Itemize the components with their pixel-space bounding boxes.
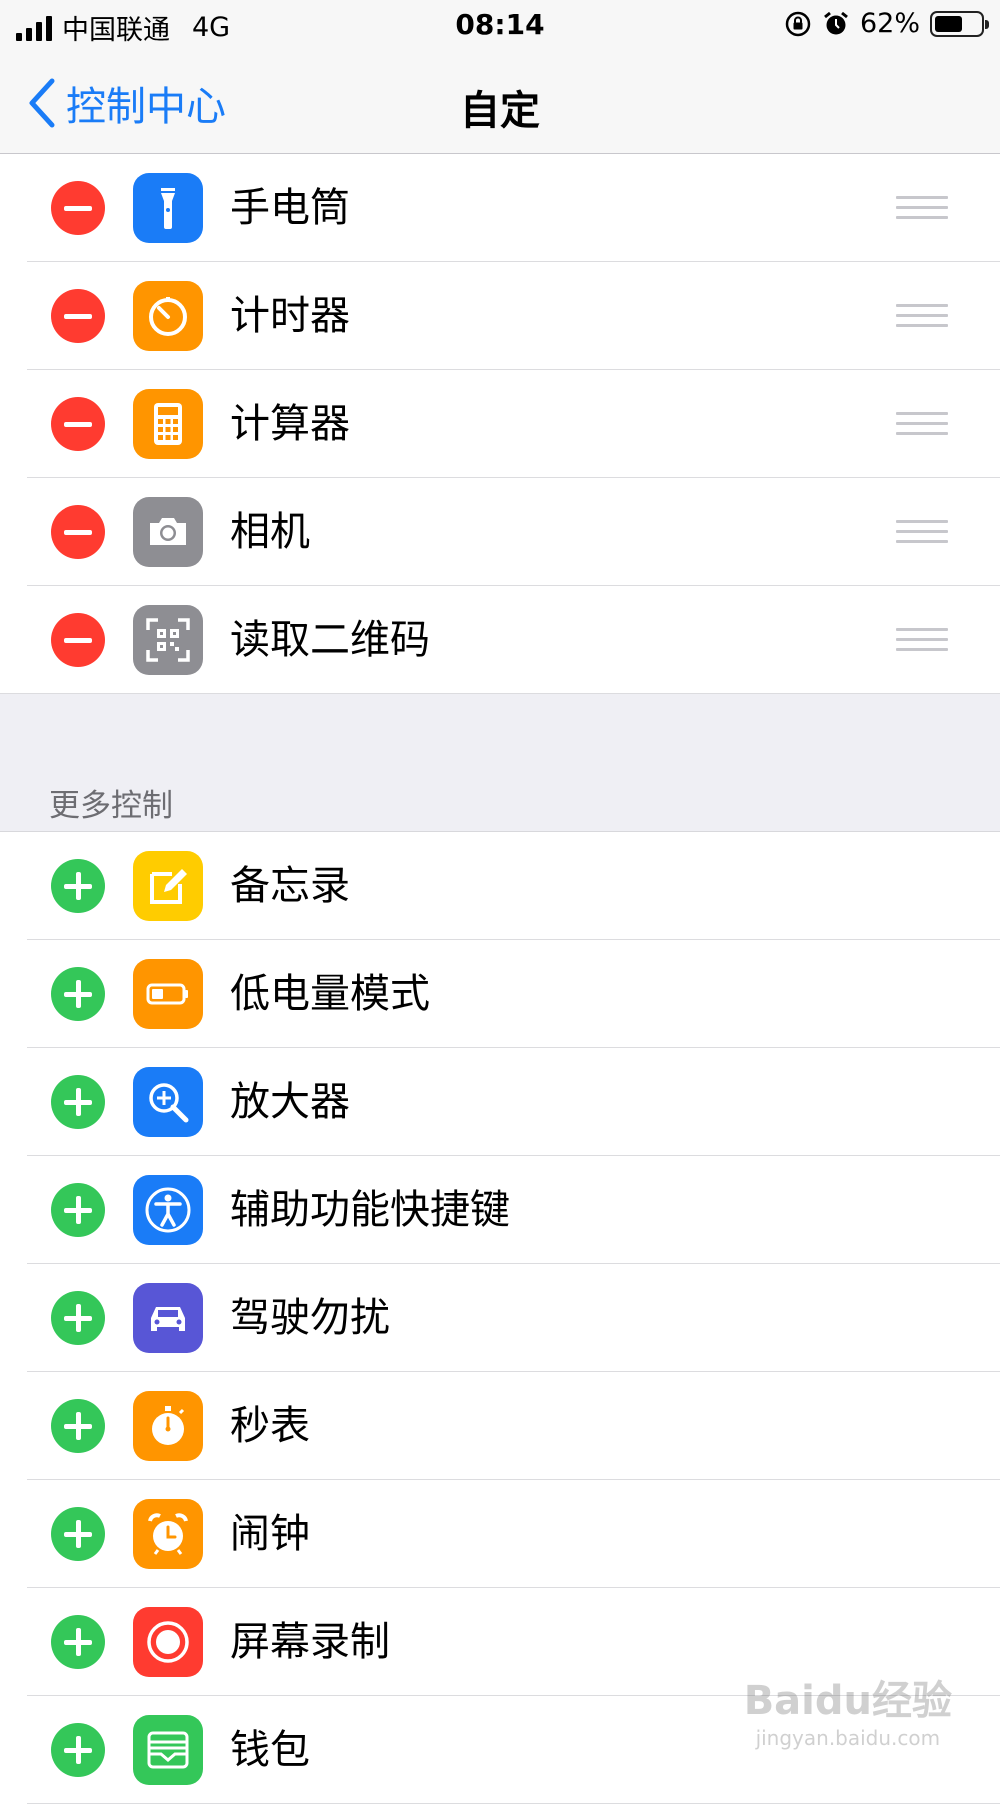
control-label: 手电筒 xyxy=(230,185,350,231)
calculator-icon xyxy=(133,389,203,459)
control-row-alarm: 闹钟 xyxy=(0,1480,1000,1588)
timer-icon xyxy=(133,281,203,351)
flashlight-icon xyxy=(133,173,203,243)
control-label: 闹钟 xyxy=(230,1511,310,1557)
orientation-lock-icon xyxy=(785,11,811,36)
reorder-handle[interactable] xyxy=(896,412,948,436)
control-label: 低电量模式 xyxy=(230,971,430,1017)
qr-code-icon xyxy=(133,605,203,675)
alarm-icon xyxy=(133,1499,203,1569)
control-row-timer: 计时器 xyxy=(0,262,1000,370)
status-bar: 中国联通 4G 08:14 62% xyxy=(0,0,1000,50)
control-label: 计算器 xyxy=(230,401,350,447)
remove-button[interactable] xyxy=(51,397,105,451)
add-button[interactable] xyxy=(51,1291,105,1345)
car-icon xyxy=(133,1283,203,1353)
add-button[interactable] xyxy=(51,1399,105,1453)
remove-button[interactable] xyxy=(51,613,105,667)
reorder-handle[interactable] xyxy=(896,628,948,652)
alarm-status-icon xyxy=(824,11,848,34)
reorder-handle[interactable] xyxy=(896,196,948,220)
add-button[interactable] xyxy=(51,859,105,913)
control-label: 驾驶勿扰 xyxy=(230,1295,390,1341)
add-button[interactable] xyxy=(51,1507,105,1561)
notes-icon xyxy=(133,851,203,921)
battery-level xyxy=(935,15,962,32)
add-button[interactable] xyxy=(51,1183,105,1237)
wallet-icon xyxy=(133,1715,203,1785)
camera-icon xyxy=(133,497,203,567)
control-row-flashlight: 手电筒 xyxy=(0,154,1000,262)
control-label: 辅助功能快捷键 xyxy=(230,1187,510,1233)
reorder-handle[interactable] xyxy=(896,520,948,544)
page-title: 自定 xyxy=(460,88,540,134)
control-row-stopwatch: 秒表 xyxy=(0,1372,1000,1480)
control-row-calculator: 计算器 xyxy=(0,370,1000,478)
control-label: 相机 xyxy=(230,509,310,555)
battery-icon xyxy=(930,10,989,37)
control-row-magnifier: 放大器 xyxy=(0,1048,1000,1156)
add-button[interactable] xyxy=(51,1615,105,1669)
watermark-logo: Baidu经验 xyxy=(743,1678,952,1724)
baidu-watermark: Baidu经验 jingyan.baidu.com xyxy=(744,1668,952,1750)
remove-button[interactable] xyxy=(51,505,105,559)
watermark-url: jingyan.baidu.com xyxy=(755,1726,941,1750)
included-controls-list: 手电筒 计时器 计算器 相机 读取二维码 xyxy=(0,154,1000,694)
remove-button[interactable] xyxy=(51,181,105,235)
control-label: 放大器 xyxy=(230,1079,350,1125)
accessibility-icon xyxy=(133,1175,203,1245)
control-label: 秒表 xyxy=(230,1403,310,1449)
reorder-handle[interactable] xyxy=(896,304,948,328)
status-bar-right: 62% xyxy=(784,8,989,39)
control-label: 屏幕录制 xyxy=(230,1619,390,1665)
control-row-low-power: 低电量模式 xyxy=(0,940,1000,1048)
control-row-qr-reader: 读取二维码 xyxy=(0,586,1000,694)
magnifier-icon xyxy=(133,1067,203,1137)
control-label: 读取二维码 xyxy=(230,617,430,663)
more-controls-header: 更多控制 xyxy=(49,788,173,824)
control-row-accessibility: 辅助功能快捷键 xyxy=(0,1156,1000,1264)
low-power-icon xyxy=(133,959,203,1029)
control-label: 备忘录 xyxy=(230,863,350,909)
control-row-notes: 备忘录 xyxy=(0,832,1000,940)
battery-percent: 62% xyxy=(859,8,920,39)
remove-button[interactable] xyxy=(51,289,105,343)
control-row-camera: 相机 xyxy=(0,478,1000,586)
add-button[interactable] xyxy=(51,1723,105,1777)
control-label: 钱包 xyxy=(230,1727,310,1773)
add-button[interactable] xyxy=(51,967,105,1021)
control-label: 计时器 xyxy=(230,293,350,339)
screen-record-icon xyxy=(133,1607,203,1677)
stopwatch-icon xyxy=(133,1391,203,1461)
navigation-bar: 控制中心 自定 xyxy=(0,50,1000,154)
more-controls-list: 备忘录 低电量模式 放大器 辅助功能快捷键 驾驶勿扰 秒表 闹钟 屏幕录制 钱包 xyxy=(0,832,1000,1804)
add-button[interactable] xyxy=(51,1075,105,1129)
control-row-driving-dnd: 驾驶勿扰 xyxy=(0,1264,1000,1372)
